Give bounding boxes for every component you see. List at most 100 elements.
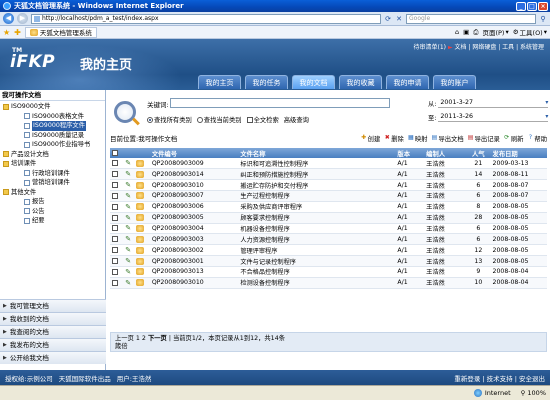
keyword-input[interactable] [170,98,390,108]
edit-pencil-icon[interactable]: ✎ [125,192,131,200]
row-checkbox[interactable] [112,236,118,243]
edit-pencil-icon[interactable]: ✎ [125,203,131,211]
row-checkbox[interactable] [112,258,118,265]
table-row[interactable]: ✎ QP20080903003 人力资源控制程序 A/1 王浩然 6 2008-08-05 [110,233,547,246]
tab-my-tasks[interactable]: 我的任务 [245,75,288,89]
row-checkbox[interactable] [112,225,118,232]
cell-file-name[interactable]: 不合格品控制程序 [238,266,396,278]
row-checkbox[interactable] [112,192,118,199]
header-file-no[interactable]: 文件编号 [149,148,239,158]
tab-my-home[interactable]: 我的主页 [198,75,241,89]
select-all-checkbox[interactable] [112,150,118,156]
add-favorites-icon[interactable]: ✚ [14,28,21,37]
top-links[interactable]: 文档 | 网络硬盘 | 工具 | 系统管理 [454,44,544,51]
tree-item[interactable]: 公告 [0,207,105,217]
cell-file-name[interactable]: 搬运贮存防护和交付程序 [238,179,396,192]
action-map-button[interactable]: ▦ 映射 [408,134,427,143]
cell-file-no[interactable]: QP20080903014 [149,168,239,181]
zoom-control[interactable]: ⚲ 100% [521,389,546,397]
tree-item[interactable]: ISO9000文件 [0,102,105,112]
header-file-name[interactable]: 文件名称 [238,148,396,158]
workflow-icon[interactable] [136,235,145,243]
tree-item[interactable]: 产品设计文档 [0,150,105,160]
feeds-icon[interactable]: ▣ [463,28,469,36]
cell-file-name[interactable]: 检测设备控制程序 [238,277,396,289]
row-checkbox[interactable] [112,160,118,167]
forward-button[interactable]: ▶ [17,13,28,24]
favorites-star-icon[interactable]: ★ [3,28,10,37]
workflow-icon[interactable] [136,214,145,222]
stop-icon[interactable]: ✕ [395,15,403,23]
cell-file-no[interactable]: QP20080903001 [149,255,239,267]
table-row[interactable]: ✎ QP20080903013 不合格品控制程序 A/1 王浩然 9 2008-08-04 [110,266,547,278]
tab-my-documents[interactable]: 我的文档 [292,75,335,89]
cell-file-no[interactable]: QP20080903010 [149,277,239,289]
cell-file-name[interactable]: 标识和可追溯性控制程序 [238,158,396,170]
edit-pencil-icon[interactable]: ✎ [125,268,131,276]
table-row[interactable]: ✎ QP20080903001 文件与记录控制程序 A/1 王浩然 13 2008-08-0… [110,255,547,267]
workflow-icon[interactable] [136,257,145,265]
next-page-link[interactable]: 下一页 [148,335,167,342]
cell-file-name[interactable]: 生产过程控制程序 [238,190,396,202]
edit-pencil-icon[interactable]: ✎ [125,279,131,287]
tree-item[interactable]: 报告 [0,197,105,207]
search-icon[interactable]: ⚲ [539,15,547,23]
action-export-doc-button[interactable]: ▤ 导出文档 [431,134,464,143]
cell-file-name[interactable]: 顾客要求控制程序 [238,212,396,224]
row-checkbox[interactable] [112,203,118,210]
table-row[interactable]: ✎ QP20080903010 检测设备控制程序 A/1 王浩然 10 2008-08-04 [110,277,547,289]
cell-file-no[interactable]: QP20080903002 [149,244,239,257]
tree-item[interactable]: 行政培训课件 [0,169,105,179]
close-button[interactable]: × [538,1,548,11]
tree-item[interactable]: ISO9000程序文件 [0,121,105,131]
refresh-icon[interactable]: ⟳ [384,15,392,23]
row-checkbox[interactable] [112,182,118,189]
workflow-icon[interactable] [136,159,145,167]
table-row[interactable]: ✎ QP20080903010 搬运贮存防护和交付程序 A/1 王浩然 6 2008-08-… [110,179,547,192]
pending-list-link[interactable]: 待审清单(1) [414,44,447,51]
advanced-search-link[interactable]: 高级查询 [284,115,309,124]
cell-file-name[interactable]: 采购及供应商评审程序 [238,201,396,213]
cell-file-no[interactable]: QP20080903003 [149,233,239,246]
home-icon[interactable]: ⌂ [455,28,459,36]
action-refresh-button[interactable]: ⟳ 刷新 [504,134,523,143]
footer-links[interactable]: 重新登录 | 技术支持 | 安全退出 [454,373,545,383]
workflow-icon[interactable] [136,224,145,232]
cell-file-no[interactable]: QP20080903013 [149,266,239,278]
row-checkbox[interactable] [112,268,118,275]
tab-my-favorites[interactable]: 我的收藏 [339,75,382,89]
action-export-record-button[interactable]: ▤ 导出记录 [468,134,500,143]
edit-pencil-icon[interactable]: ✎ [125,246,131,254]
page-menu[interactable]: 页面(P) ▾ [482,27,508,37]
tab-my-account[interactable]: 我的账户 [433,75,476,89]
edit-pencil-icon[interactable]: ✎ [125,181,131,189]
cell-file-no[interactable]: QP20080903007 [149,190,239,202]
cell-file-name[interactable]: 管理评审程序 [238,244,396,257]
tree-item[interactable]: ISO9000作业指导书 [0,140,105,150]
workflow-icon[interactable] [136,246,145,254]
cell-file-name[interactable]: 文件与记录控制程序 [238,255,396,267]
maximize-button[interactable]: □ [527,1,537,11]
header-popularity[interactable]: 人气 [466,148,491,158]
edit-pencil-icon[interactable]: ✎ [125,224,131,232]
table-row[interactable]: ✎ QP20080903002 管理评审程序 A/1 王浩然 12 2008-08-05 [110,244,547,257]
accordion-item[interactable]: ▶ 我可管理文档 [0,299,106,312]
table-row[interactable]: ✎ QP20080903014 纠正和预防措施控制程序 A/1 王浩然 14 2008-08… [110,168,547,181]
cell-file-no[interactable]: QP20080903004 [149,223,239,235]
radio-all-categories[interactable] [147,116,153,123]
workflow-icon[interactable] [136,279,145,287]
row-checkbox[interactable] [112,279,118,286]
url-text[interactable]: http://localhost/pdm_a_test/index.aspx [42,15,380,22]
table-row[interactable]: ✎ QP20080903005 顾客要求控制程序 A/1 王浩然 28 2008-08-05 [110,212,547,224]
radio-current-category[interactable] [196,116,203,123]
edit-pencil-icon[interactable]: ✎ [125,214,131,222]
row-checkbox[interactable] [112,214,118,221]
workflow-icon[interactable] [136,170,145,178]
accordion-item[interactable]: ▶ 我发布的文档 [0,338,106,351]
table-row[interactable]: ✎ QP20080903007 生产过程控制程序 A/1 王浩然 6 2008-08-07 [110,190,547,202]
tree-item[interactable]: 培训课件 [0,159,105,169]
fulltext-checkbox[interactable] [246,116,253,123]
tree-item[interactable]: 纪要 [0,216,105,226]
edit-pencil-icon[interactable]: ✎ [125,257,131,265]
browser-search-input[interactable]: Google [406,13,536,24]
